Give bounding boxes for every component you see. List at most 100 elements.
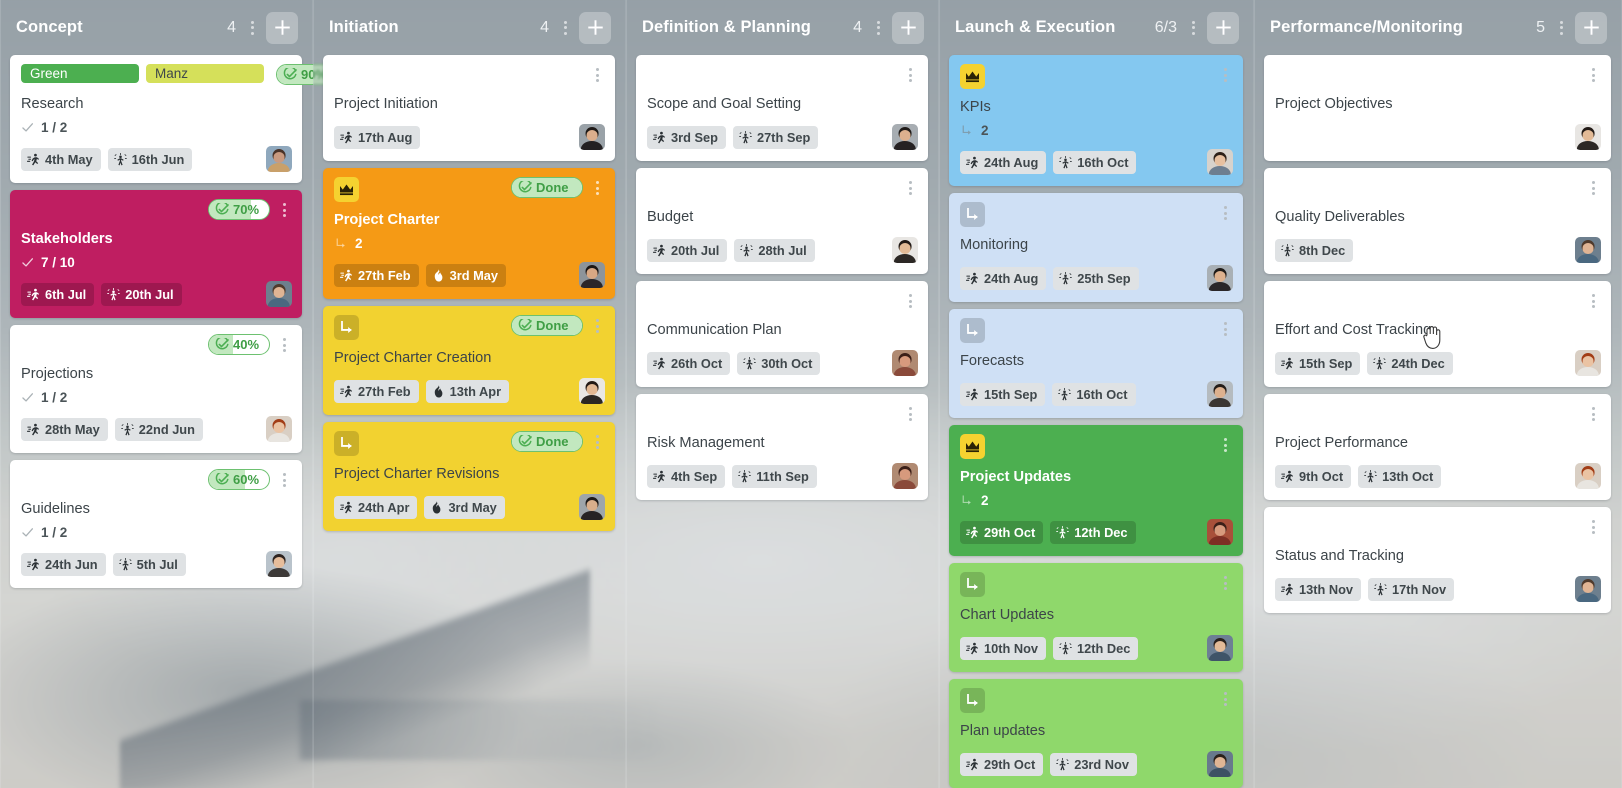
card[interactable]: Scope and Goal Setting 3rd Sep 27th Sep (636, 55, 928, 161)
card[interactable]: Budget 20th Jul 28th Jul (636, 168, 928, 274)
kebab-menu-icon[interactable] (1217, 64, 1233, 86)
avatar[interactable] (1207, 519, 1233, 545)
date-chip[interactable]: 26th Oct (647, 351, 731, 375)
date-chip[interactable]: 15th Sep (960, 382, 1046, 406)
avatar[interactable] (579, 494, 605, 520)
card[interactable]: Forecasts 15th Sep 16th Oct (949, 309, 1243, 418)
date-chip[interactable]: 16th Oct (1052, 382, 1136, 406)
date-chip[interactable]: 24th Aug (960, 150, 1047, 174)
avatar[interactable] (266, 416, 292, 442)
avatar[interactable] (1207, 149, 1233, 175)
card[interactable]: 60% Guidelines 1 / 2 24th Jun 5th Jul (10, 460, 302, 588)
date-chip[interactable]: 4th May (21, 147, 101, 171)
card[interactable]: Done Project Charter Creation 27th Feb 13th… (323, 306, 615, 415)
date-chip[interactable]: 20th Jul (647, 238, 728, 262)
kebab-menu-icon[interactable] (589, 431, 605, 453)
avatar[interactable] (579, 124, 605, 150)
date-chip[interactable]: 28th May (21, 417, 108, 441)
kebab-menu-icon[interactable] (902, 403, 918, 425)
date-chip[interactable]: 27th Sep (732, 125, 819, 149)
kebab-menu-icon[interactable] (1217, 318, 1233, 340)
kebab-menu-icon[interactable] (589, 315, 605, 337)
kebab-menu-icon[interactable] (1185, 17, 1201, 39)
kebab-menu-icon[interactable] (902, 64, 918, 86)
date-chip[interactable]: 29th Oct (960, 520, 1044, 544)
kebab-menu-icon[interactable] (1585, 290, 1601, 312)
kebab-menu-icon[interactable] (1217, 202, 1233, 224)
date-chip[interactable]: 3rd May (424, 495, 505, 519)
date-chip[interactable]: 15th Sep (1275, 351, 1361, 375)
kebab-menu-icon[interactable] (902, 290, 918, 312)
date-chip[interactable]: 10th Nov (960, 636, 1047, 660)
avatar[interactable] (1207, 635, 1233, 661)
card[interactable]: Effort and Cost Tracking 15th Sep 24th Dec (1264, 281, 1611, 387)
card[interactable]: Project Initiation 17th Aug (323, 55, 615, 161)
progress-badge[interactable]: 70% (208, 199, 270, 220)
date-chip[interactable]: 13th Apr (425, 379, 510, 403)
date-chip[interactable]: 22nd Jun (114, 417, 203, 441)
kebab-menu-icon[interactable] (276, 469, 292, 491)
kebab-menu-icon[interactable] (1217, 688, 1233, 710)
avatar[interactable] (892, 237, 918, 263)
card[interactable]: Plan updates 29th Oct 23rd Nov (949, 679, 1243, 788)
avatar[interactable] (1575, 237, 1601, 263)
date-chip[interactable]: 27th Feb (334, 263, 419, 287)
card[interactable]: Monitoring 24th Aug 25th Sep (949, 193, 1243, 302)
avatar[interactable] (579, 262, 605, 288)
kebab-menu-icon[interactable] (1217, 572, 1233, 594)
kebab-menu-icon[interactable] (589, 64, 605, 86)
avatar[interactable] (266, 281, 292, 307)
kebab-menu-icon[interactable] (1217, 434, 1233, 456)
avatar[interactable] (892, 350, 918, 376)
avatar[interactable] (1575, 463, 1601, 489)
kebab-menu-icon[interactable] (557, 17, 573, 39)
tag-pill[interactable]: Manz (146, 64, 264, 83)
date-chip[interactable]: 13th Oct (1358, 464, 1442, 488)
card[interactable]: Project Objectives (1264, 55, 1611, 161)
kebab-menu-icon[interactable] (1553, 17, 1569, 39)
date-chip[interactable]: 29th Oct (960, 752, 1044, 776)
add-card-button[interactable] (1575, 11, 1607, 44)
kebab-menu-icon[interactable] (1585, 64, 1601, 86)
card[interactable]: KPIs 2 24th Aug 16th Oct (949, 55, 1243, 186)
progress-badge[interactable]: 60% (208, 469, 270, 490)
date-chip[interactable]: 25th Sep (1053, 266, 1139, 290)
date-chip[interactable]: 24th Aug (960, 266, 1047, 290)
kebab-menu-icon[interactable] (1585, 177, 1601, 199)
avatar[interactable] (1575, 124, 1601, 150)
kebab-menu-icon[interactable] (1585, 403, 1601, 425)
date-chip[interactable]: 13th Nov (1275, 577, 1362, 601)
progress-badge[interactable]: Done (511, 315, 583, 336)
date-chip[interactable]: 24th Apr (334, 495, 418, 519)
date-chip[interactable]: 23rd Nov (1050, 752, 1137, 776)
date-chip[interactable]: 8th Dec (1275, 238, 1354, 262)
date-chip[interactable]: 20th Jul (101, 282, 182, 306)
date-chip[interactable]: 16th Oct (1053, 150, 1137, 174)
card[interactable]: Done Project Charter 2 27th Feb 3rd May (323, 168, 615, 299)
avatar[interactable] (266, 551, 292, 577)
avatar[interactable] (266, 146, 292, 172)
kebab-menu-icon[interactable] (589, 177, 605, 199)
date-chip[interactable]: 27th Feb (334, 379, 419, 403)
avatar[interactable] (1207, 381, 1233, 407)
progress-badge[interactable]: 40% (208, 334, 270, 355)
add-card-button[interactable] (579, 11, 611, 44)
kebab-menu-icon[interactable] (902, 177, 918, 199)
date-chip[interactable]: 17th Nov (1368, 577, 1455, 601)
date-chip[interactable]: 5th Jul (112, 552, 186, 576)
card[interactable]: Project Updates 2 29th Oct 12th Dec (949, 425, 1243, 556)
date-chip[interactable]: 12th Dec (1053, 636, 1139, 660)
card[interactable]: Status and Tracking 13th Nov 17th Nov (1264, 507, 1611, 613)
add-card-button[interactable] (892, 11, 924, 44)
avatar[interactable] (892, 124, 918, 150)
date-chip[interactable]: 11th Sep (732, 464, 817, 488)
card[interactable]: 70% Stakeholders 7 / 10 6th Jul 20th Jul (10, 190, 302, 318)
avatar[interactable] (579, 378, 605, 404)
tag-pill[interactable]: Green (21, 64, 139, 83)
date-chip[interactable]: 24th Dec (1367, 351, 1453, 375)
avatar[interactable] (1575, 576, 1601, 602)
avatar[interactable] (1207, 751, 1233, 777)
card[interactable]: Project Performance 9th Oct 13th Oct (1264, 394, 1611, 500)
kebab-menu-icon[interactable] (870, 17, 886, 39)
kebab-menu-icon[interactable] (276, 334, 292, 356)
